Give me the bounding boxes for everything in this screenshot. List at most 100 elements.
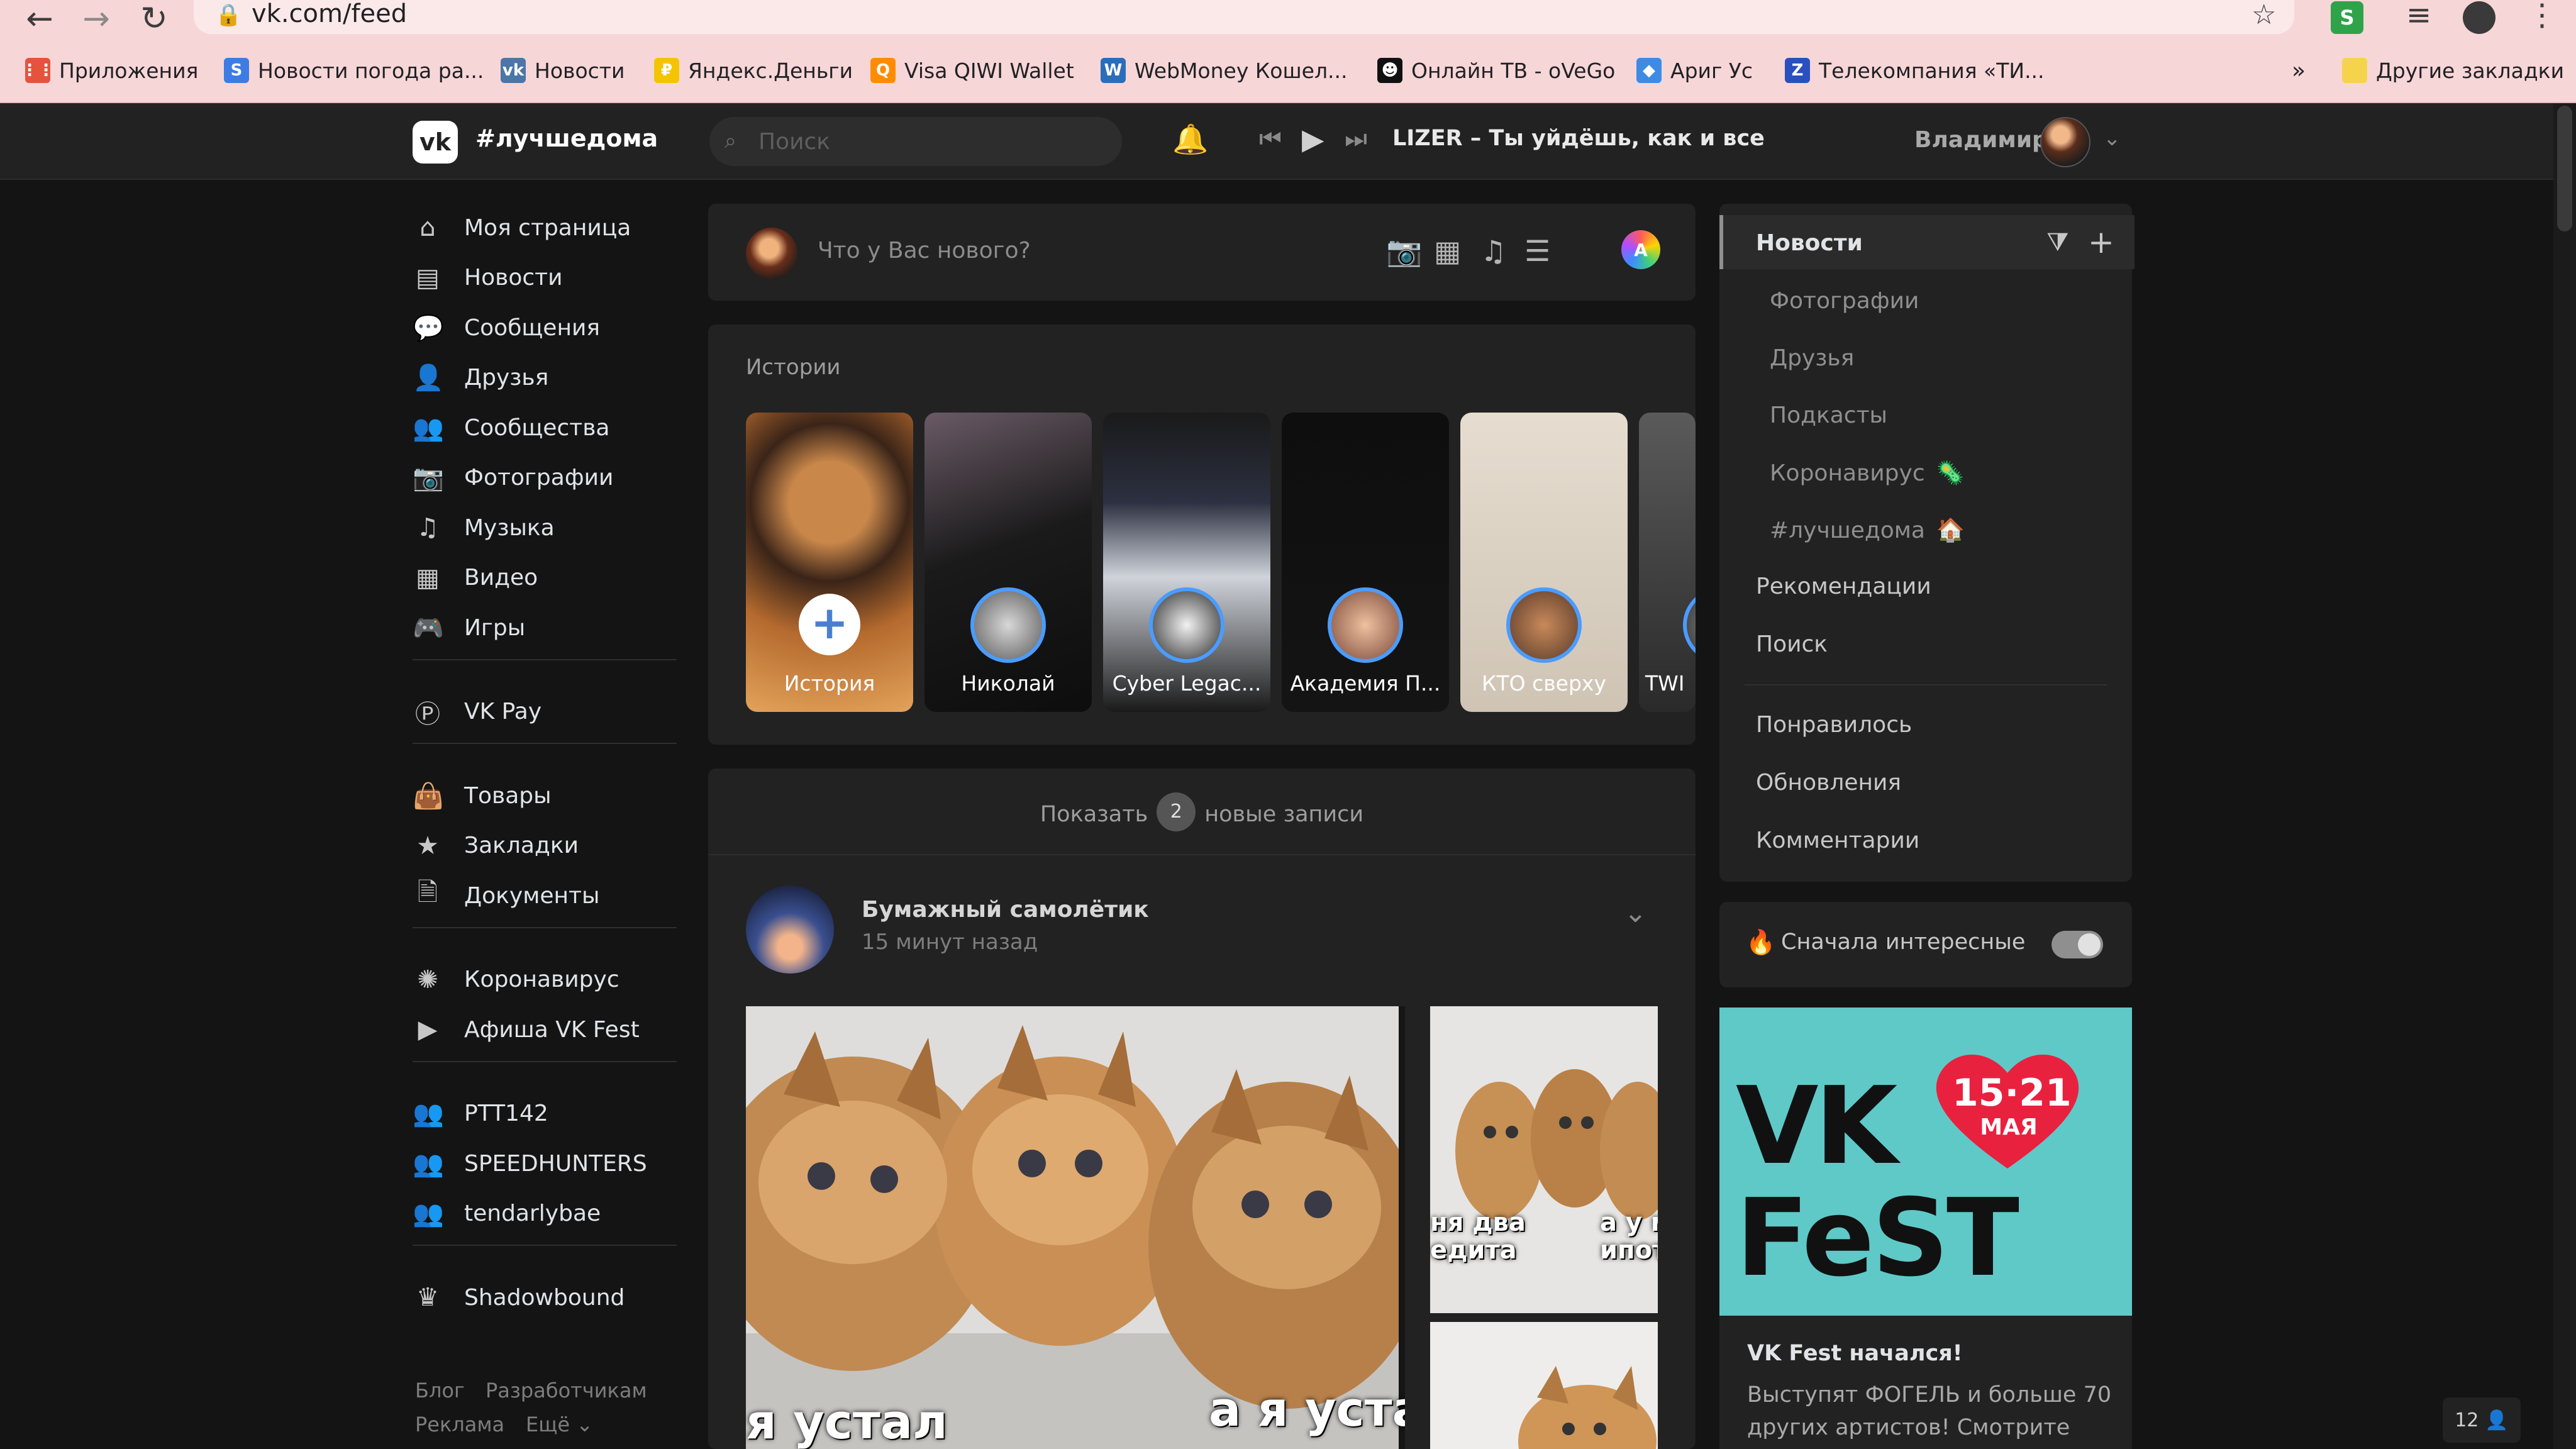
right-nav-subitem[interactable]: #лучшедома 🏠 — [1770, 517, 1965, 543]
right-nav-subitem[interactable]: Подкасты — [1770, 402, 1887, 428]
profile-avatar-icon[interactable] — [2463, 1, 2496, 34]
chrome-menu-icon[interactable]: ⋮ — [2527, 0, 2557, 33]
extension-s-icon[interactable]: S — [2331, 1, 2363, 34]
show-new-posts-button[interactable]: Показать 2 новые записи — [708, 792, 1696, 831]
media-queue-icon[interactable]: ≡ — [2406, 0, 2431, 33]
story-card[interactable]: TWI — [1639, 413, 1696, 712]
webmoney-icon: W — [1101, 58, 1126, 83]
post-photo-side-top[interactable]: ня два едита а у м ипот — [1430, 1006, 1658, 1313]
story-card[interactable]: Николай — [924, 413, 1092, 712]
header-hashtag[interactable]: #лучшедома — [475, 125, 658, 152]
search-box[interactable]: ⌕ — [709, 117, 1122, 166]
right-nav-recommendations[interactable]: Рекомендации — [1756, 574, 1931, 599]
vk-logo-icon[interactable]: vk — [413, 121, 458, 164]
story-card[interactable]: Cyber Legac... — [1103, 413, 1270, 712]
sidebar-item[interactable]: ⌂ Моя страница — [413, 208, 631, 248]
filter-icon[interactable]: ⧩ — [2046, 228, 2069, 257]
sidebar-item[interactable]: ✺ Коронавирус — [413, 960, 619, 1000]
back-button[interactable]: ← — [18, 0, 62, 38]
composer-input[interactable]: Что у Вас нового? — [818, 238, 1031, 264]
sidebar-item[interactable]: 📷 Фотографии — [413, 458, 613, 498]
video-icon[interactable]: ▦ — [1434, 234, 1461, 268]
right-nav-subitem[interactable]: Коронавирус 🦠 — [1770, 460, 1964, 486]
next-track-icon[interactable]: ⏭ — [1345, 125, 1367, 153]
bookmark-item[interactable]: ◆ Ариг Ус — [1636, 55, 1753, 86]
sidebar-item[interactable]: ♫ Музыка — [413, 508, 555, 548]
story-card[interactable]: Академия П... — [1282, 413, 1449, 712]
bookmark-item[interactable]: Q Visa QIWI Wallet — [870, 55, 1074, 86]
promo-title[interactable]: VK Fest начался! — [1747, 1341, 1963, 1366]
bookmark-item[interactable]: Z Телекомпания «ТИ... — [1785, 55, 2045, 86]
prev-track-icon[interactable]: ⏮ — [1259, 125, 1282, 153]
post-photo-side-bottom[interactable] — [1430, 1322, 1658, 1449]
now-playing-track[interactable]: LIZER – Ты уйдёшь, как и все — [1392, 126, 1765, 151]
sidebar-item[interactable]: 🗎 Документы — [413, 875, 600, 916]
bookmark-item[interactable]: ⋮⋮ Приложения — [21, 55, 198, 86]
sidebar-item[interactable]: 👜 Товары — [413, 775, 552, 816]
article-icon[interactable]: ☰ — [1524, 234, 1550, 268]
star-icon: ★ — [416, 831, 439, 860]
sidebar-item[interactable]: 👤 Друзья — [413, 358, 548, 398]
play-icon[interactable]: ▶ — [1302, 122, 1324, 156]
reload-button[interactable]: ↻ — [132, 0, 176, 38]
interesting-first-toggle[interactable] — [2051, 931, 2103, 958]
sidebar-item[interactable]: ▤ Новости — [413, 258, 562, 298]
right-nav-comments[interactable]: Комментарии — [1756, 828, 1919, 853]
home-icon: ⌂ — [419, 213, 436, 242]
sidebar-item[interactable]: 👥 tendarlybae — [413, 1194, 601, 1234]
add-story-icon[interactable]: + — [799, 594, 860, 655]
right-nav-subitem[interactable]: Фотографии — [1770, 288, 1919, 314]
right-nav-news[interactable]: Новости — [1756, 230, 1863, 256]
bookmarks-overflow-button[interactable]: » — [2292, 55, 2306, 86]
footer-developers-link[interactable]: Разработчикам — [486, 1379, 647, 1402]
chevron-down-icon[interactable]: ⌄ — [1624, 897, 1647, 929]
bookmark-item[interactable]: ₽ Яндекс.Деньги — [654, 55, 853, 86]
avatar[interactable] — [746, 886, 834, 974]
sidebar-item-label: Документы — [464, 882, 600, 909]
right-nav-subitem[interactable]: Друзья — [1770, 345, 1854, 371]
sidebar-item[interactable]: Ⓟ VK Pay — [413, 692, 541, 732]
sidebar-item[interactable]: 👥 SPEEDHUNTERS — [413, 1143, 647, 1184]
right-nav-updates[interactable]: Обновления — [1756, 770, 1901, 796]
post-author[interactable]: Бумажный самолётик — [862, 897, 1149, 923]
address-bar[interactable]: 🔒 vk.com/feed ☆ — [194, 0, 2294, 34]
sidebar-item[interactable]: 💬 Сообщения — [413, 308, 600, 348]
footer-more-link[interactable]: Ещё ⌄ — [526, 1413, 593, 1436]
bookmark-star-icon[interactable]: ☆ — [2251, 0, 2276, 31]
scrollbar[interactable] — [2553, 103, 2576, 1449]
bookmark-item[interactable]: W WebMoney Кошел... — [1101, 55, 1348, 86]
bookmark-item[interactable]: S Новости погода ра... — [224, 55, 484, 86]
avatar[interactable] — [2040, 117, 2090, 167]
story-card[interactable]: КТО сверху — [1460, 413, 1628, 712]
post-photo-main[interactable]: я устал а я устал — [746, 1006, 1405, 1449]
bookmark-item[interactable]: ☻ Онлайн ТВ - oVeGo — [1377, 55, 1615, 86]
add-icon[interactable]: + — [2088, 224, 2114, 260]
user-name[interactable]: Владимир — [1914, 127, 2048, 153]
bell-icon[interactable]: 🔔 — [1172, 122, 1208, 157]
vk-fest-banner[interactable]: VK FeST 15·21 МАЯ — [1719, 1008, 2132, 1316]
sidebar-item[interactable]: ♛ Shadowbound — [413, 1277, 625, 1318]
divider — [413, 926, 677, 928]
search-input[interactable] — [758, 126, 1098, 157]
music-icon[interactable]: ♫ — [1480, 234, 1506, 268]
sidebar-item[interactable]: ★ Закладки — [413, 826, 579, 866]
sidebar-item[interactable]: 👥 Сообщества — [413, 408, 610, 448]
scrollbar-thumb[interactable] — [2557, 106, 2572, 231]
chevron-down-icon[interactable]: ⌄ — [2103, 126, 2121, 151]
sidebar-item[interactable]: ▦ Видео — [413, 558, 538, 598]
other-bookmarks[interactable]: Другие закладки — [2342, 55, 2564, 86]
online-counter-badge[interactable]: 12 👤 — [2443, 1397, 2521, 1443]
footer-ads-link[interactable]: Реклама — [415, 1413, 504, 1436]
sidebar-item[interactable]: ▶ Афиша VK Fest — [413, 1009, 640, 1050]
footer-blog-link[interactable]: Блог — [415, 1379, 465, 1402]
bookmark-item[interactable]: vk Новости — [501, 55, 625, 86]
post-time[interactable]: 15 минут назад — [862, 930, 1038, 955]
story-card[interactable]: + История — [746, 413, 913, 712]
sidebar-item[interactable]: 👥 PTT142 — [413, 1094, 548, 1134]
camera-icon[interactable]: 📷 — [1386, 234, 1422, 269]
right-nav-search[interactable]: Поиск — [1756, 631, 1828, 657]
poster-icon[interactable]: A — [1621, 230, 1660, 269]
forward-button[interactable]: → — [74, 0, 118, 38]
right-nav-liked[interactable]: Понравилось — [1756, 712, 1912, 738]
sidebar-item[interactable]: 🎮 Игры — [413, 608, 525, 648]
